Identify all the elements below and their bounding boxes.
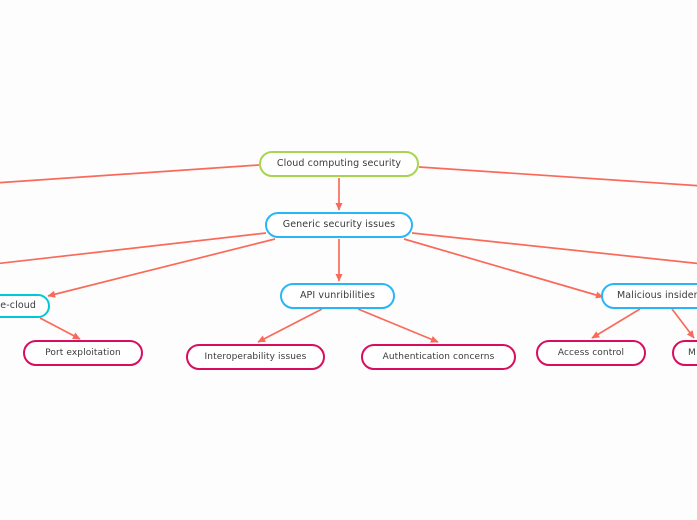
- mindmap-node-label: Access control: [557, 347, 625, 358]
- mindmap-node-access-control[interactable]: Access control: [536, 340, 646, 366]
- mindmap-node-interoperability[interactable]: Interoperability issues: [186, 344, 325, 370]
- edge-layer: [0, 164, 697, 343]
- mindmap-node-root[interactable]: Cloud computing security: [259, 151, 419, 177]
- mindmap-node-label: Malicious insider: [617, 290, 697, 302]
- mindmap-node-label: Cloud computing security: [276, 158, 402, 170]
- mindmap-node-label: Authentication concerns: [382, 351, 495, 362]
- mindmap-node-label: Port exploitation: [45, 347, 121, 358]
- mindmap-node-generic[interactable]: Generic security issues: [265, 212, 413, 238]
- edge-root-to-right-offscreen: [418, 166, 697, 187]
- edge-generic-to-left-offscreen: [0, 232, 267, 265]
- edge-api-to-authentication: [357, 308, 439, 343]
- mindmap-node-label: Generic security issues: [282, 219, 396, 231]
- edge-malicious-to-misc: [671, 308, 695, 339]
- mindmap-node-label: M: [688, 347, 696, 358]
- mindmap-node-authentication[interactable]: Authentication concerns: [361, 344, 516, 370]
- edge-malicious-to-access-control: [591, 308, 641, 339]
- mindmap-node-port-exploitation[interactable]: Port exploitation: [23, 340, 143, 366]
- mindmap-node-label: API vunribilities: [299, 290, 376, 302]
- edge-private-cloud-to-port: [39, 317, 81, 340]
- mindmap-node-label: e-cloud: [0, 300, 36, 312]
- mindmap-canvas[interactable]: Cloud computing security Generic security…: [0, 0, 697, 520]
- edge-generic-to-private-cloud: [47, 238, 276, 298]
- mindmap-node-malicious-insider[interactable]: Malicious insider: [601, 283, 697, 309]
- mindmap-node-private-cloud[interactable]: e-cloud: [0, 294, 50, 318]
- mindmap-node-label: Interoperability issues: [204, 351, 307, 362]
- edge-generic-to-right-offscreen: [411, 232, 697, 265]
- edge-generic-to-malicious: [403, 238, 604, 299]
- mindmap-node-misc-right[interactable]: M: [672, 340, 697, 366]
- edge-root-to-left-offscreen: [0, 164, 260, 184]
- mindmap-node-api[interactable]: API vunribilities: [280, 283, 395, 309]
- edge-api-to-interoperability: [257, 308, 323, 343]
